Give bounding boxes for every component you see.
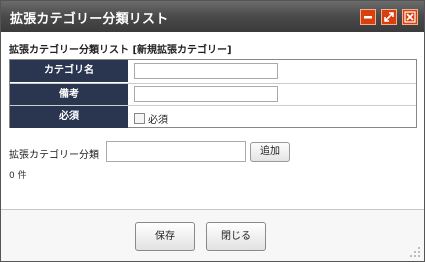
resize-grip-icon[interactable]	[410, 247, 422, 259]
maximize-icon	[384, 12, 394, 22]
dialog-window: 拡張カテゴリー分類リスト 拡張カテゴリー分類リスト [新規拡張カテゴリー] カテ…	[0, 0, 425, 262]
required-label: 必須	[10, 106, 128, 128]
minimize-icon	[364, 16, 372, 19]
extension-category-label: 拡張カテゴリー分類	[9, 150, 99, 161]
form-row-required: 必須 必須	[10, 105, 416, 128]
category-name-label: カテゴリ名	[10, 60, 128, 82]
dialog-footer: 保存 閉じる	[1, 209, 424, 261]
close-button[interactable]: 閉じる	[206, 222, 266, 251]
maximize-button[interactable]	[381, 9, 397, 25]
required-checkbox[interactable]	[134, 113, 145, 124]
extension-category-input[interactable]	[106, 141, 246, 162]
remarks-input[interactable]	[134, 86, 278, 102]
title-bar[interactable]: 拡張カテゴリー分類リスト	[1, 1, 424, 32]
close-window-button[interactable]	[402, 9, 418, 25]
category-name-input[interactable]	[134, 63, 278, 79]
save-button[interactable]: 保存	[135, 222, 195, 251]
form-table: カテゴリ名 備考 必須 必須	[9, 59, 417, 128]
required-checkbox-label[interactable]: 必須	[148, 115, 168, 126]
remarks-label: 備考	[10, 84, 128, 106]
required-checkbox-wrap[interactable]: 必須	[134, 111, 168, 126]
minimize-button[interactable]	[360, 9, 376, 25]
close-icon	[404, 11, 416, 23]
form-row-remarks: 備考	[10, 83, 416, 106]
item-count: 0 件	[9, 171, 27, 181]
form-row-category-name: カテゴリ名	[10, 60, 416, 82]
form-heading: 拡張カテゴリー分類リスト [新規拡張カテゴリー]	[9, 45, 232, 56]
add-button[interactable]: 追加	[250, 142, 290, 162]
window-title: 拡張カテゴリー分類リスト	[10, 12, 169, 27]
